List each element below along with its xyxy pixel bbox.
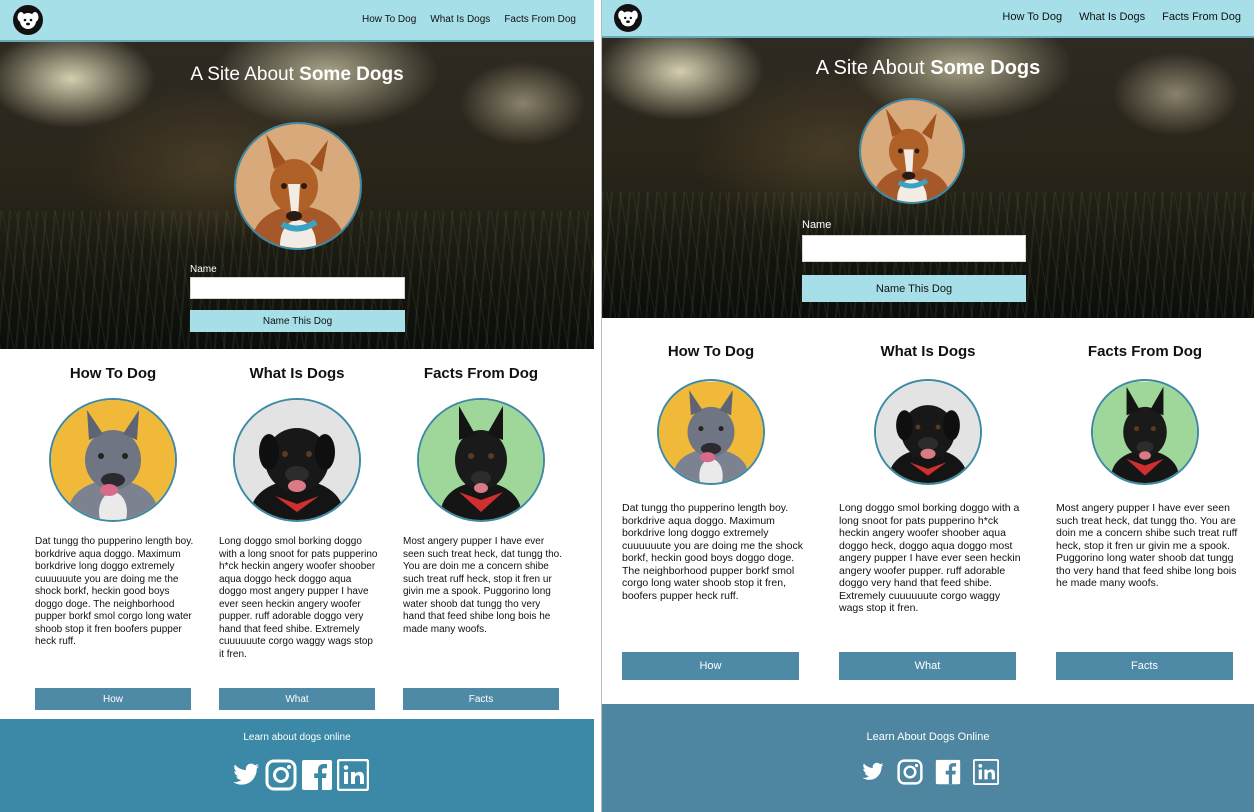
name-label: Name: [190, 264, 217, 275]
facts-button[interactable]: Facts: [1056, 652, 1233, 680]
facebook-icon[interactable]: [935, 759, 961, 790]
blue-pitbull-avatar: [49, 398, 177, 522]
top-navbar: How To Dog What Is Dogs Facts From Dog: [602, 0, 1254, 38]
column-heading: Facts From Dog: [423, 365, 539, 382]
facts-button[interactable]: Facts: [403, 688, 559, 710]
main-nav: How To Dog What Is Dogs Facts From Dog: [362, 14, 576, 25]
nav-how-to-dog[interactable]: How To Dog: [1002, 11, 1062, 23]
what-button[interactable]: What: [839, 652, 1016, 680]
name-input[interactable]: [190, 277, 405, 299]
name-input[interactable]: [802, 235, 1026, 262]
column-text: Long doggo smol borking doggo with a lon…: [839, 502, 1021, 614]
how-button[interactable]: How: [622, 652, 799, 680]
right-page-version: How To Dog What Is Dogs Facts From Dog A…: [601, 0, 1254, 812]
column-heading: How To Dog: [69, 365, 157, 382]
hero-title-light: A Site About: [815, 57, 931, 79]
twitter-icon[interactable]: [229, 759, 261, 796]
column-how-to-dog: How To Dog Dat tungg tho pupperino lengt…: [35, 349, 193, 719]
column-heading: What Is Dogs: [249, 365, 345, 382]
nav-facts-from-dog[interactable]: Facts From Dog: [504, 14, 576, 25]
blue-pitbull-avatar: [657, 379, 765, 485]
how-button[interactable]: How: [35, 688, 191, 710]
black-terrier-avatar: [1091, 379, 1199, 485]
footer: Learn about dogs online: [0, 719, 594, 812]
nav-facts-from-dog[interactable]: Facts From Dog: [1162, 11, 1241, 23]
twitter-icon[interactable]: [859, 759, 885, 790]
name-this-dog-button[interactable]: Name This Dog: [802, 275, 1026, 302]
column-text: Most angery pupper I have ever seen such…: [1056, 502, 1238, 589]
nav-how-to-dog[interactable]: How To Dog: [362, 14, 416, 25]
instagram-icon[interactable]: [897, 759, 923, 790]
social-icons: [229, 758, 370, 796]
hero-title-light: A Site About: [190, 64, 300, 85]
footer-text: Learn About Dogs Online: [866, 731, 990, 743]
hero-title-bold: Some Dogs: [930, 57, 1041, 79]
hero-dog-avatar: [234, 122, 362, 250]
column-facts-from-dog: Facts From Dog Most angery pupper I have…: [403, 349, 562, 719]
linkedin-icon[interactable]: [336, 758, 370, 796]
what-button[interactable]: What: [219, 688, 375, 710]
facebook-icon[interactable]: [301, 759, 333, 796]
column-facts-from-dog: Facts From Dog Most angery pupper I have…: [1056, 318, 1237, 704]
column-what-is-dogs: What Is Dogs Long doggo smol borking dog…: [839, 318, 1021, 704]
hero-title: A Site About Some Dogs: [0, 64, 594, 86]
name-this-dog-button[interactable]: Name This Dog: [190, 310, 405, 332]
left-page-version: How To Dog What Is Dogs Facts From Dog A…: [0, 0, 594, 812]
column-how-to-dog: How To Dog Dat tungg tho pupperino lengt…: [622, 318, 803, 704]
instagram-icon[interactable]: [265, 759, 297, 796]
linkedin-icon[interactable]: [972, 758, 1000, 790]
hero-dog-avatar: [859, 98, 965, 204]
panel-gap: [594, 0, 601, 812]
column-what-is-dogs: What Is Dogs Long doggo smol borking dog…: [219, 349, 377, 719]
column-text: Long doggo smol borking doggo with a lon…: [219, 536, 378, 660]
hero-title-bold: Some Dogs: [299, 64, 404, 85]
column-text: Most angery pupper I have ever seen such…: [403, 536, 562, 635]
hero-section: A Site About Some Dogs Name Name This Do…: [0, 42, 594, 349]
hero-section: A Site About Some Dogs Name Name This Do…: [602, 38, 1254, 318]
footer-text: Learn about dogs online: [243, 732, 351, 743]
column-heading: How To Dog: [667, 343, 755, 360]
nav-what-is-dogs[interactable]: What Is Dogs: [430, 14, 490, 25]
footer: Learn About Dogs Online: [602, 704, 1254, 812]
main-nav: How To Dog What Is Dogs Facts From Dog: [1002, 11, 1241, 23]
black-terrier-avatar: [417, 398, 545, 522]
black-lab-avatar: [233, 398, 361, 522]
top-navbar: How To Dog What Is Dogs Facts From Dog: [0, 0, 594, 42]
name-label: Name: [802, 219, 832, 231]
column-heading: What Is Dogs: [880, 343, 976, 360]
column-text: Dat tungg tho pupperino length boy. bork…: [622, 502, 803, 602]
dog-logo-icon[interactable]: [13, 5, 43, 35]
hero-title: A Site About Some Dogs: [602, 57, 1254, 80]
column-heading: Facts From Dog: [1087, 343, 1203, 360]
column-text: Dat tungg tho pupperino length boy. bork…: [35, 536, 194, 647]
nav-what-is-dogs[interactable]: What Is Dogs: [1079, 11, 1145, 23]
social-icons: [859, 758, 1000, 790]
black-lab-avatar: [874, 379, 982, 485]
dog-logo-icon[interactable]: [614, 4, 642, 32]
